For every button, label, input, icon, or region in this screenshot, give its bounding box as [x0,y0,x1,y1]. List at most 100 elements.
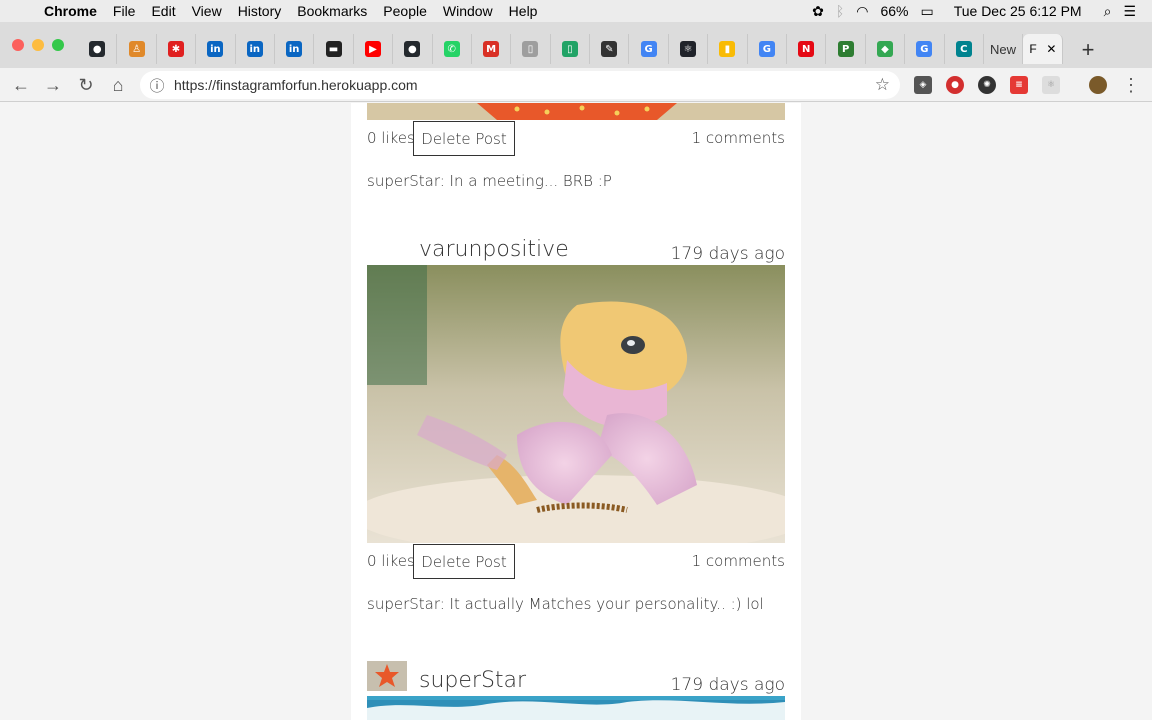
menu-view[interactable]: View [184,3,230,19]
tab-strip: ● ♙ ✱ in in in ▬ ▶ ● ✆ M ▯ ▯ ✎ G ⚛ ▮ G N P ◆ G C New F ✕ + [0,22,1152,68]
delete-post-button[interactable]: Delete Post [413,544,515,579]
youtube-icon: ▶ [364,41,381,57]
post-comment: superStar: It actually Matches your pers… [367,595,764,613]
delete-post-button[interactable]: Delete Post [413,121,515,156]
extension-todoist-icon[interactable]: ≡ [1010,76,1028,94]
home-icon[interactable]: ⌂ [107,74,129,96]
battery-icon[interactable]: ▭ [920,3,933,20]
zoom-window-button[interactable] [52,39,64,51]
browser-tab[interactable]: in [236,34,275,64]
window-controls [12,39,64,51]
menu-window[interactable]: Window [435,3,501,19]
lips-icon: ✱ [167,41,184,57]
post-comments-count[interactable]: 1 comments [692,552,785,570]
browser-tab[interactable]: P [826,34,866,64]
person-icon: ♙ [128,41,145,57]
browser-tab[interactable]: M [472,34,512,64]
menu-dots-icon[interactable]: ⋮ [1120,74,1142,96]
linkedin-icon: in [207,41,224,57]
peacock-icon[interactable]: ✿ [812,3,824,20]
bluetooth-icon[interactable]: ᛒ [836,3,844,19]
imdb-icon: ▬ [325,41,342,57]
url-text[interactable]: https://finstagramforfun.herokuapp.com [174,77,418,93]
browser-tab[interactable]: ● [78,34,118,64]
new-tab-button[interactable]: + [1074,36,1102,64]
browser-tab[interactable]: ▬ [314,34,354,64]
browser-tab-active[interactable]: F ✕ [1023,34,1064,64]
user-avatar-starfish[interactable] [367,661,407,691]
google-icon: G [758,41,775,57]
extension-yab-icon[interactable]: ● [946,76,964,94]
post-likes: 0 likes [367,552,415,570]
menu-help[interactable]: Help [501,3,546,19]
clock[interactable]: Tue Dec 25 6:12 PM [954,3,1082,19]
tabs-row: ● ♙ ✱ in in in ▬ ▶ ● ✆ M ▯ ▯ ✎ G ⚛ ▮ G N P ◆ G C New F ✕ [78,34,1064,64]
browser-tab[interactable]: G [629,34,669,64]
google-icon: G [640,41,657,57]
post-comment: superStar: In a meeting... BRB :P [367,172,612,190]
active-tab-label: F [1029,42,1037,56]
profile-avatar-icon[interactable] [1089,76,1107,94]
react-icon: ⚛ [680,41,697,57]
reload-icon[interactable]: ↻ [75,74,97,96]
post-username[interactable]: varunpositive [419,237,569,262]
whatsapp-icon: ✆ [443,41,460,57]
post-image-gecko [352,265,812,555]
browser-tab-new[interactable]: New [984,34,1024,64]
browser-tab[interactable]: ✆ [433,34,472,64]
menu-people[interactable]: People [375,3,435,19]
post-comments-count[interactable]: 1 comments [692,129,785,147]
notification-center-icon[interactable]: ☰ [1123,3,1136,20]
browser-tab[interactable]: G [905,34,945,64]
linkedin-icon: in [246,41,263,57]
google-icon: G [916,41,933,57]
macos-menubar: Chrome File Edit View History Bookmarks … [0,0,1152,22]
c-icon: C [955,41,972,57]
spotlight-icon[interactable]: ⌕ [1104,3,1112,20]
menu-history[interactable]: History [230,3,290,19]
menu-edit[interactable]: Edit [143,3,183,19]
browser-tab[interactable]: ▯ [551,34,591,64]
menu-file[interactable]: File [105,3,144,19]
feed-column: 0 likes Delete Post 1 comments superStar… [351,103,812,720]
browser-tab[interactable]: ▮ [708,34,748,64]
extension-gear-icon[interactable]: ✺ [978,76,996,94]
bookmark-star-icon[interactable]: ☆ [875,75,890,95]
browser-tab[interactable]: ▯ [511,34,551,64]
browser-tab[interactable]: ● [393,34,433,64]
menu-bookmarks[interactable]: Bookmarks [289,3,375,19]
github-icon: ● [404,41,421,57]
post-username[interactable]: superStar [419,668,526,693]
sheets-icon: ▯ [561,41,578,57]
browser-tab[interactable]: ♙ [117,34,157,64]
browser-tab[interactable]: in [275,34,315,64]
close-window-button[interactable] [12,39,24,51]
battery-percent[interactable]: 66% [880,3,908,19]
menu-app-name[interactable]: Chrome [36,3,105,19]
wifi-icon[interactable]: ◠ [856,3,868,20]
browser-tab[interactable]: ⚛ [669,34,709,64]
address-bar[interactable]: ⓘ https://finstagramforfun.herokuapp.com… [140,71,900,99]
forward-arrow-icon[interactable]: → [42,74,64,96]
pencil-icon: ✎ [601,41,618,57]
browser-tab[interactable]: ▶ [354,34,394,64]
extension-react-icon[interactable]: ⚛ [1042,76,1060,94]
document-icon: ▯ [522,41,539,57]
info-icon[interactable]: ⓘ [140,75,174,96]
post-likes: 0 likes [367,129,415,147]
minimize-window-button[interactable] [32,39,44,51]
browser-tab[interactable]: N [787,34,827,64]
back-arrow-icon[interactable]: ← [10,74,32,96]
browser-tab[interactable]: C [945,34,984,64]
browser-tab[interactable]: in [196,34,236,64]
maps-icon: ◆ [877,41,893,57]
close-tab-icon[interactable]: ✕ [1046,42,1056,56]
browser-tab[interactable]: ✱ [157,34,197,64]
browser-tab[interactable]: ✎ [590,34,630,64]
post-time: 179 days ago [670,675,785,695]
page-viewport: 0 likes Delete Post 1 comments superStar… [0,103,1152,720]
browser-tab[interactable]: ◆ [866,34,906,64]
netflix-icon: N [798,41,815,57]
browser-tab[interactable]: G [748,34,788,64]
extension-shield-icon[interactable]: ◈ [914,76,932,94]
